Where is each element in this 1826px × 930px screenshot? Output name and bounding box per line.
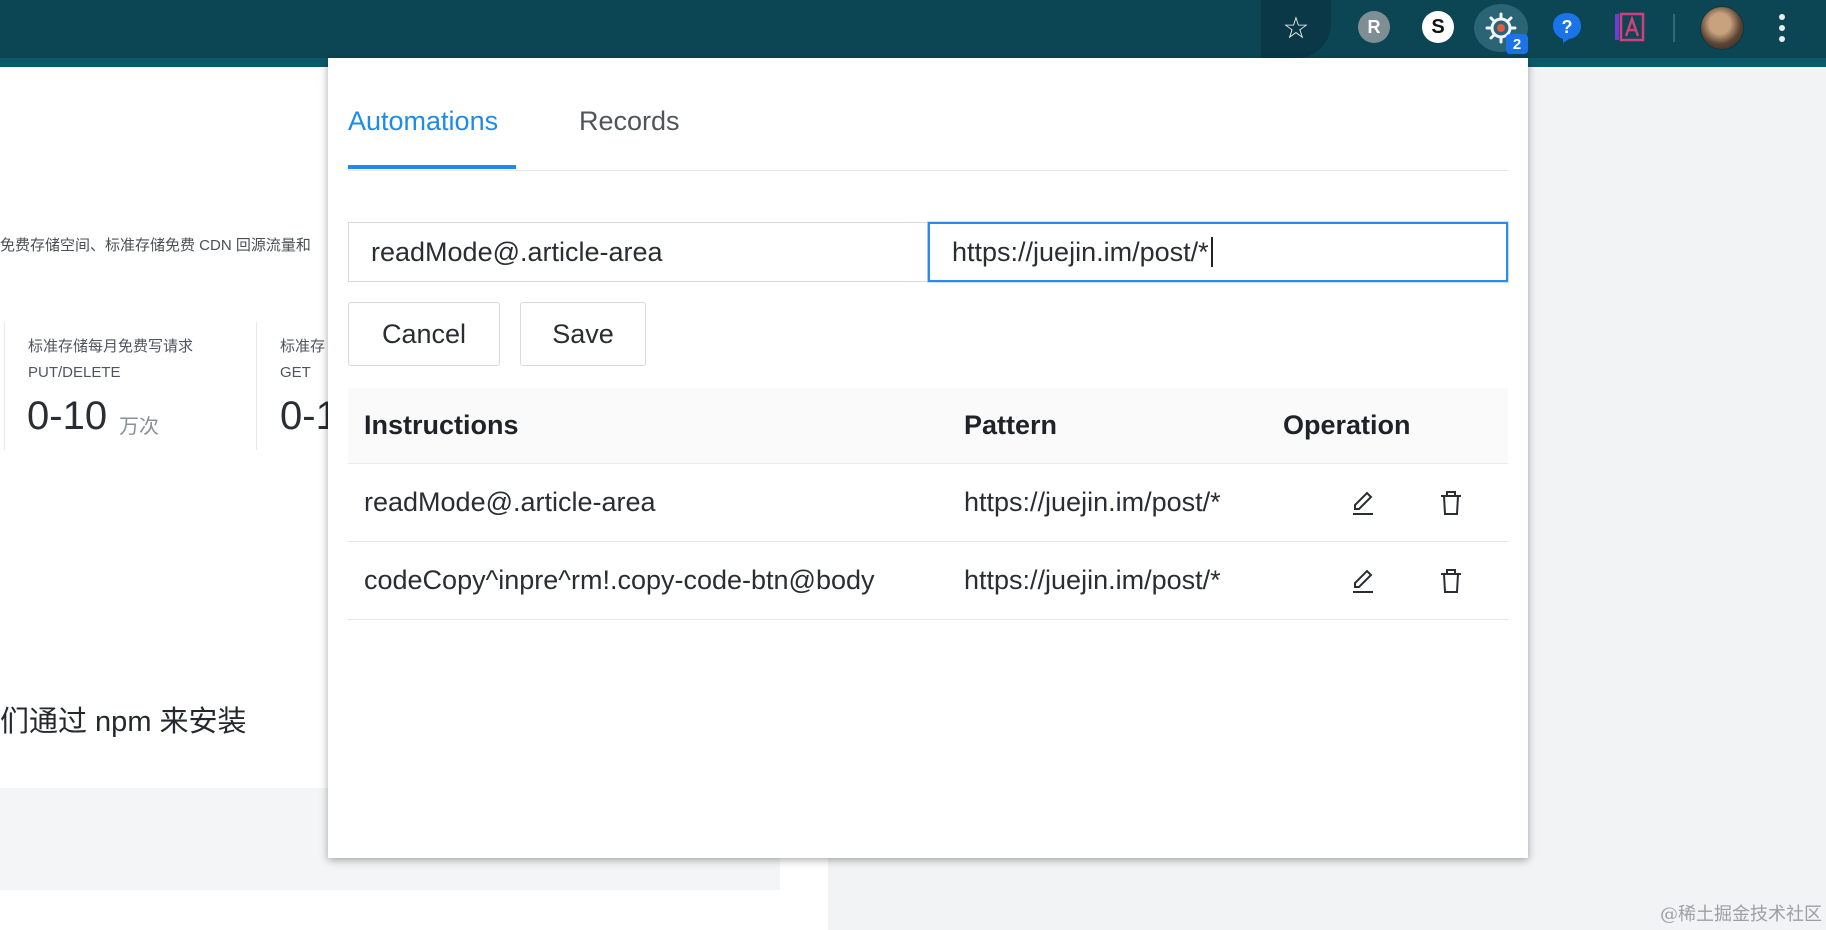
browser-menu-kebab-icon[interactable]: [1770, 10, 1794, 46]
automations-table: Instructions Pattern Operation readMode@…: [348, 388, 1508, 620]
row-instruction: readMode@.article-area: [364, 487, 656, 517]
table-row: codeCopy^inpre^rm!.copy-code-btn@body ht…: [348, 542, 1508, 620]
card-subtitle: GET: [280, 364, 311, 381]
text-caret: [1210, 237, 1213, 267]
automation-extension-popup: Automations Records readMode@.article-ar…: [328, 58, 1528, 858]
instruction-input-value: readMode@.article-area: [371, 236, 663, 267]
table-header: Instructions Pattern Operation: [348, 388, 1508, 464]
profile-avatar[interactable]: [1700, 6, 1744, 50]
header-instructions: Instructions: [364, 410, 519, 440]
r-extension-icon[interactable]: R: [1358, 11, 1390, 43]
card-value: 0-10: [27, 394, 108, 438]
watermark: @稀土掘金技术社区: [1660, 904, 1822, 925]
tab-records[interactable]: Records: [579, 106, 680, 137]
toolbar-divider: [1673, 14, 1675, 42]
delete-trash-icon[interactable]: [1436, 566, 1466, 596]
edit-icon[interactable]: [1348, 566, 1378, 596]
help-extension-icon[interactable]: ?: [1550, 10, 1584, 44]
card-title: 标准存: [280, 338, 326, 355]
row-instruction: codeCopy^inpre^rm!.copy-code-btn@body: [364, 565, 875, 595]
header-operation: Operation: [1283, 410, 1411, 440]
row-pattern: https://juejin.im/post/*: [964, 487, 1221, 517]
a-extension-icon[interactable]: [1612, 10, 1646, 44]
cancel-button[interactable]: Cancel: [348, 302, 500, 366]
card-subtitle: PUT/DELETE: [28, 364, 121, 381]
delete-trash-icon[interactable]: [1436, 488, 1466, 518]
pattern-input-value: https://juejin.im/post/*: [952, 236, 1209, 267]
background-heading: 们通过 npm 来安装: [0, 706, 247, 738]
extension-badge-count: 2: [1506, 34, 1528, 54]
instruction-input[interactable]: readMode@.article-area: [348, 222, 928, 282]
tab-automations[interactable]: Automations: [348, 106, 498, 137]
row-pattern: https://juejin.im/post/*: [964, 565, 1221, 595]
svg-text:?: ?: [1562, 17, 1573, 37]
popup-tabs: Automations Records: [348, 58, 1508, 171]
card-title: 标准存储每月免费写请求: [28, 338, 194, 355]
background-description: 免费存储空间、标准存储免费 CDN 回源流量和: [0, 237, 311, 254]
header-pattern: Pattern: [964, 410, 1058, 440]
active-tab-indicator: [348, 165, 516, 169]
card-unit: 万次: [119, 416, 159, 438]
card-separator: [256, 322, 257, 450]
edit-icon[interactable]: [1348, 488, 1378, 518]
card-separator: [4, 322, 5, 450]
background-page-bottom: [0, 890, 828, 930]
question-bubble-icon: ?: [1553, 13, 1581, 43]
save-button[interactable]: Save: [520, 302, 646, 366]
bookmark-star-icon[interactable]: ☆: [1278, 10, 1314, 46]
table-row: readMode@.article-area https://juejin.im…: [348, 464, 1508, 542]
letter-a-book-icon: [1615, 12, 1645, 42]
pattern-input[interactable]: https://juejin.im/post/*: [928, 222, 1508, 282]
s-extension-icon[interactable]: S: [1422, 11, 1454, 43]
